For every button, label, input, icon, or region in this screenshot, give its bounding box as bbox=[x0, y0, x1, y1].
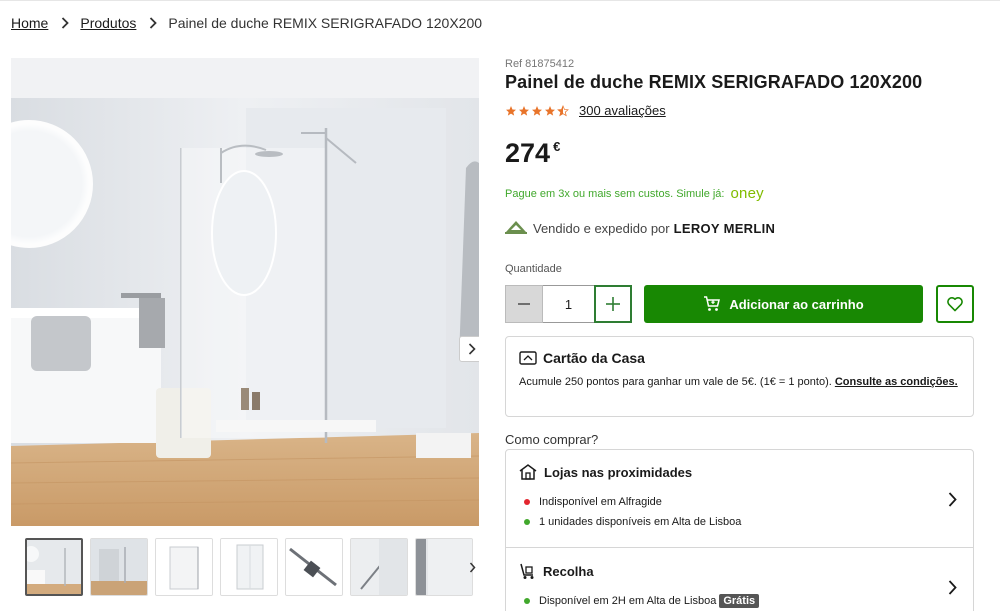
product-rating: 300 avaliações bbox=[505, 103, 666, 118]
wishlist-button[interactable] bbox=[936, 285, 974, 323]
recolha-title: Recolha bbox=[543, 564, 594, 579]
thumbnail-3[interactable] bbox=[155, 538, 213, 596]
available-dot-icon bbox=[524, 598, 530, 604]
oney-text: Pague em 3x ou mais sem custos. Simule j… bbox=[505, 187, 725, 200]
available-dot-icon bbox=[524, 519, 530, 525]
thumbnail-strip bbox=[25, 538, 473, 596]
chevron-right-icon bbox=[149, 17, 158, 29]
seller-name: LEROY MERLIN bbox=[673, 221, 776, 236]
chevron-right-icon bbox=[948, 580, 957, 595]
seller-info: Vendido e expedido por LEROY MERLIN bbox=[505, 220, 775, 237]
plus-icon bbox=[606, 297, 620, 311]
price-value: 274 bbox=[505, 138, 551, 168]
store-status-alta-lisboa: 1 unidades disponíveis em Alta de Lisboa bbox=[524, 516, 741, 528]
leroy-merlin-logo-icon bbox=[505, 220, 527, 237]
chevron-right-icon bbox=[61, 17, 70, 29]
add-to-cart-button[interactable]: Adicionar ao carrinho bbox=[644, 285, 923, 323]
quantity-decrease-button[interactable] bbox=[505, 285, 543, 323]
minus-icon bbox=[518, 303, 530, 305]
price-currency: € bbox=[553, 139, 561, 154]
free-badge: Grátis bbox=[719, 594, 760, 608]
cart-icon bbox=[703, 296, 721, 312]
product-title: Painel de duche REMIX SERIGRAFADO 120X20… bbox=[505, 72, 923, 92]
oney-logo: oney bbox=[730, 185, 764, 202]
store-status-alfragide: Indisponível em Alfragide bbox=[524, 496, 662, 508]
star-icon bbox=[519, 105, 529, 116]
product-ref: Ref 81875412 bbox=[505, 58, 575, 70]
casa-title: Cartão da Casa bbox=[543, 350, 645, 366]
quantity-input[interactable] bbox=[543, 285, 594, 323]
chevron-right-icon bbox=[948, 492, 957, 507]
store-icon bbox=[519, 464, 537, 480]
store-status-text: Indisponível em Alfragide bbox=[539, 496, 662, 508]
recolha-status: Disponível em 2H em Alta de Lisboa Gráti… bbox=[524, 594, 760, 608]
add-to-cart-label: Adicionar ao carrinho bbox=[729, 296, 864, 312]
card-icon bbox=[519, 351, 537, 365]
nearby-stores-section[interactable]: Lojas nas proximidades Indisponível em A… bbox=[505, 449, 974, 548]
quantity-stepper bbox=[505, 285, 632, 323]
thumbnail-1[interactable] bbox=[25, 538, 83, 596]
image-next-button[interactable] bbox=[459, 336, 479, 362]
casa-description: Acumule 250 pontos para ganhar um vale d… bbox=[519, 375, 959, 390]
casa-conditions-link[interactable]: Consulte as condições. bbox=[835, 376, 958, 388]
heart-icon bbox=[947, 297, 963, 312]
chevron-right-icon bbox=[468, 343, 476, 355]
casa-card: Cartão da Casa Acumule 250 pontos para g… bbox=[505, 336, 974, 417]
quantity-label: Quantidade bbox=[505, 263, 562, 275]
how-to-buy-label: Como comprar? bbox=[505, 432, 599, 447]
thumbnail-4[interactable] bbox=[220, 538, 278, 596]
chevron-right-icon bbox=[469, 560, 476, 578]
reviews-link[interactable]: 300 avaliações bbox=[579, 103, 666, 118]
star-icon bbox=[506, 105, 516, 116]
thumbnail-5[interactable] bbox=[285, 538, 343, 596]
recolha-status-text: Disponível em 2H em Alta de Lisboa bbox=[539, 595, 717, 607]
oney-financing[interactable]: Pague em 3x ou mais sem custos. Simule j… bbox=[505, 185, 764, 202]
casa-text: Acumule 250 pontos para ganhar um vale d… bbox=[519, 376, 832, 388]
breadcrumb-home-link[interactable]: Home bbox=[11, 15, 48, 31]
recolha-header: Recolha bbox=[519, 563, 594, 580]
seller-prefix: Vendido e expedido por bbox=[533, 221, 670, 236]
breadcrumb: Home Produtos Painel de duche REMIX SERI… bbox=[11, 14, 482, 32]
star-rating bbox=[505, 104, 569, 117]
stores-title: Lojas nas proximidades bbox=[544, 464, 693, 480]
casa-header: Cartão da Casa bbox=[519, 350, 645, 366]
star-icon bbox=[545, 105, 555, 116]
thumbnail-2[interactable] bbox=[90, 538, 148, 596]
quantity-increase-button[interactable] bbox=[594, 285, 632, 323]
breadcrumb-current: Painel de duche REMIX SERIGRAFADO 120X20… bbox=[168, 15, 483, 31]
thumbnail-next-button[interactable] bbox=[465, 560, 479, 578]
stores-header: Lojas nas proximidades bbox=[519, 464, 692, 480]
product-price: 274 € bbox=[505, 137, 560, 169]
recolha-section[interactable]: Recolha Disponível em 2H em Alta de Lisb… bbox=[505, 548, 974, 611]
unavailable-dot-icon bbox=[524, 499, 530, 505]
breadcrumb-produtos-link[interactable]: Produtos bbox=[80, 15, 136, 31]
product-main-image[interactable] bbox=[11, 58, 479, 526]
star-icon bbox=[532, 105, 542, 116]
trolley-icon bbox=[519, 563, 536, 580]
store-status-text: 1 unidades disponíveis em Alta de Lisboa bbox=[539, 516, 742, 528]
thumbnail-6[interactable] bbox=[350, 538, 408, 596]
top-divider bbox=[0, 0, 1000, 1]
star-icon bbox=[557, 104, 569, 116]
